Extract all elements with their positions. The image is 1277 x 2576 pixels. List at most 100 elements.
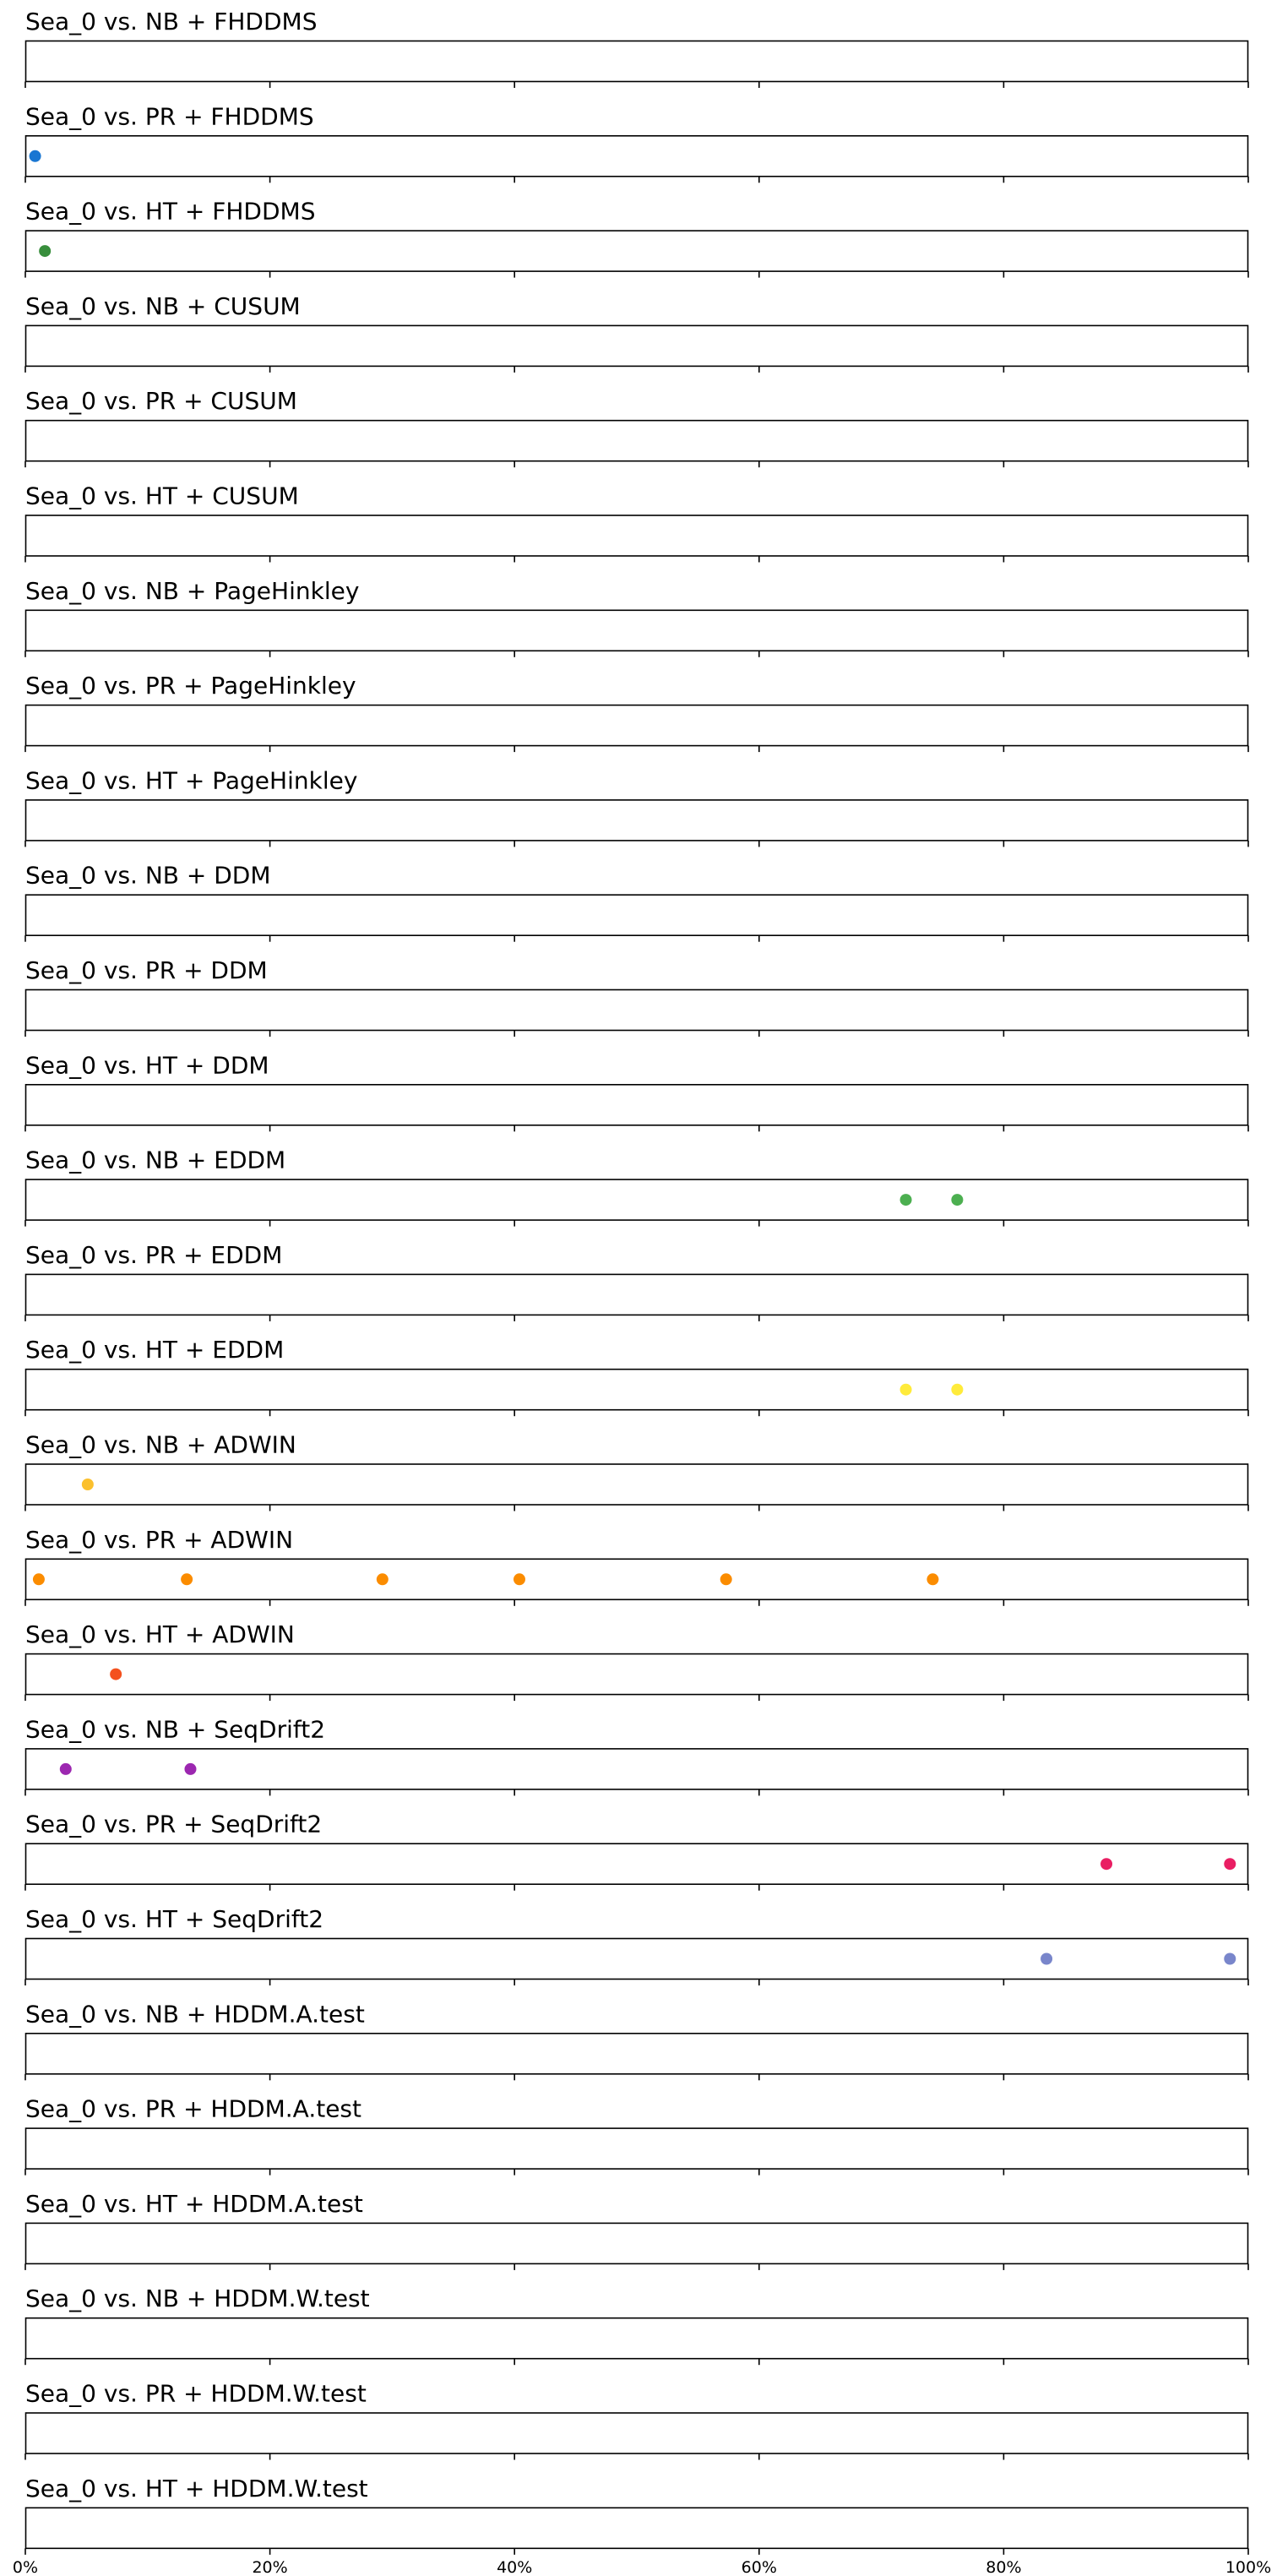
x-tick-label: 0% [13,2558,38,2576]
panel: Sea_0 vs. HT + DDM [24,1051,1249,1132]
data-point [32,1573,45,1586]
panel-title: Sea_0 vs. HT + PageHinkley [25,766,357,794]
panel-frame [24,1558,1249,1601]
panel-frame [24,2222,1249,2265]
panel-title: Sea_0 vs. NB + ADWIN [25,1431,296,1459]
panel-title: Sea_0 vs. HT + HDDM.A.test [25,2190,363,2218]
data-point [1224,1952,1236,1965]
data-point [899,1383,912,1396]
panel-frame [24,988,1249,1032]
data-point [81,1479,94,1490]
panel: Sea_0 vs. NB + EDDM [24,1146,1249,1227]
panel-frame [24,1843,1249,1885]
panel: Sea_0 vs. NB + HDDM.A.test [24,2000,1249,2081]
panel-title: Sea_0 vs. PR + EDDM [25,1241,282,1269]
panel: Sea_0 vs. HT + HDDM.A.test [24,2190,1249,2270]
panel-frame [24,2033,1249,2075]
panel: Sea_0 vs. HT + PageHinkley [24,766,1249,847]
data-point [110,1668,122,1680]
panel: Sea_0 vs. PR + FHDDMS [24,102,1249,183]
panel: Sea_0 vs. HT + HDDM.W.test [24,2475,1249,2555]
panel-title: Sea_0 vs. HT + ADWIN [25,1620,295,1648]
data-point [1100,1858,1113,1871]
panel: Sea_0 vs. PR + CUSUM [24,387,1249,468]
panel: Sea_0 vs. NB + FHDDMS [24,8,1249,88]
panel: Sea_0 vs. HT + EDDM [24,1336,1249,1417]
panel-title: Sea_0 vs. PR + SeqDrift2 [25,1811,322,1838]
panel-title: Sea_0 vs. NB + PageHinkley [25,577,359,605]
panel-frame [24,704,1249,747]
panel-frame [24,799,1249,841]
panel: Sea_0 vs. NB + CUSUM [24,292,1249,373]
data-point [181,1573,193,1586]
panel-frame [24,1937,1249,1980]
panel: Sea_0 vs. NB + HDDM.W.test [24,2285,1249,2366]
panel: Sea_0 vs. PR + PageHinkley [24,672,1249,753]
panel-title: Sea_0 vs. PR + CUSUM [25,387,297,415]
panel: Sea_0 vs. HT + ADWIN [24,1620,1249,1702]
panel-frame [24,230,1249,272]
panel: Sea_0 vs. HT + FHDDMS [24,198,1249,278]
panel-frame [24,1273,1249,1316]
panel: Sea_0 vs. NB + DDM [24,862,1249,942]
panel: Sea_0 vs. NB + PageHinkley [24,577,1249,657]
figure: Sea_0 vs. NB + FHDDMS Sea_0 vs. PR + FHDD… [0,0,1277,2576]
panel-title: Sea_0 vs. HT + DDM [25,1051,269,1079]
panel-frame [24,1748,1249,1790]
panel-frame [24,324,1249,368]
x-tick-label: 100% [1225,2558,1271,2576]
panel-frame [24,40,1249,83]
panel-frame [24,1368,1249,1411]
data-point [720,1573,732,1586]
panel: Sea_0 vs. HT + SeqDrift2 [24,1905,1249,1985]
panel-frame [24,515,1249,557]
panel-frame [24,1179,1249,1221]
panel: Sea_0 vs. PR + DDM [24,956,1249,1037]
panel-title: Sea_0 vs. HT + FHDDMS [25,198,315,226]
panel-title: Sea_0 vs. NB + HDDM.W.test [25,2285,370,2312]
panel-frame [24,1653,1249,1696]
panel-title: Sea_0 vs. HT + HDDM.W.test [25,2475,368,2502]
panel: Sea_0 vs. PR + HDDM.W.test [24,2380,1249,2460]
data-point [1041,1952,1053,1965]
panel-title: Sea_0 vs. HT + EDDM [25,1336,284,1364]
data-point [927,1573,939,1586]
x-tick-label: 60% [742,2558,777,2576]
panel: Sea_0 vs. NB + ADWIN [24,1431,1249,1511]
panel-title: Sea_0 vs. NB + SeqDrift2 [25,1715,325,1743]
panel: Sea_0 vs. PR + ADWIN [24,1526,1249,1606]
data-point [376,1573,389,1586]
panel-frame [24,1084,1249,1126]
panel-title: Sea_0 vs. HT + SeqDrift2 [25,1905,323,1933]
panel-title: Sea_0 vs. NB + FHDDMS [25,8,317,35]
panel-frame [24,2412,1249,2454]
panel-title: Sea_0 vs. NB + HDDM.A.test [25,2000,365,2028]
panel: Sea_0 vs. PR + SeqDrift2 [24,1811,1249,1891]
data-point [39,245,52,258]
panel-title: Sea_0 vs. NB + CUSUM [25,292,301,320]
panel-frame [24,894,1249,936]
x-tick-label: 80% [986,2558,1021,2576]
data-point [59,1762,72,1775]
panel: Sea_0 vs. PR + EDDM [24,1241,1249,1321]
panel-frame [24,1463,1249,1506]
x-tick-label: 40% [497,2558,532,2576]
data-point [513,1573,525,1586]
panel-title: Sea_0 vs. PR + DDM [25,956,268,984]
panel-frame [24,2507,1249,2550]
panel-frame [24,2127,1249,2170]
data-point [951,1194,964,1206]
data-point [1224,1858,1236,1871]
panel-frame [24,135,1249,177]
data-point [29,150,41,162]
panel-frame [24,609,1249,652]
panel-frame [24,2317,1249,2360]
panel-title: Sea_0 vs. PR + FHDDMS [25,102,314,130]
panel-frame [24,419,1249,462]
panel-title: Sea_0 vs. NB + EDDM [25,1146,285,1174]
x-tick-label: 20% [252,2558,287,2576]
panel: Sea_0 vs. NB + SeqDrift2 [24,1715,1249,1796]
panel-title: Sea_0 vs. HT + CUSUM [25,482,299,510]
panel: Sea_0 vs. PR + HDDM.A.test [24,2095,1249,2176]
data-point [899,1194,912,1206]
